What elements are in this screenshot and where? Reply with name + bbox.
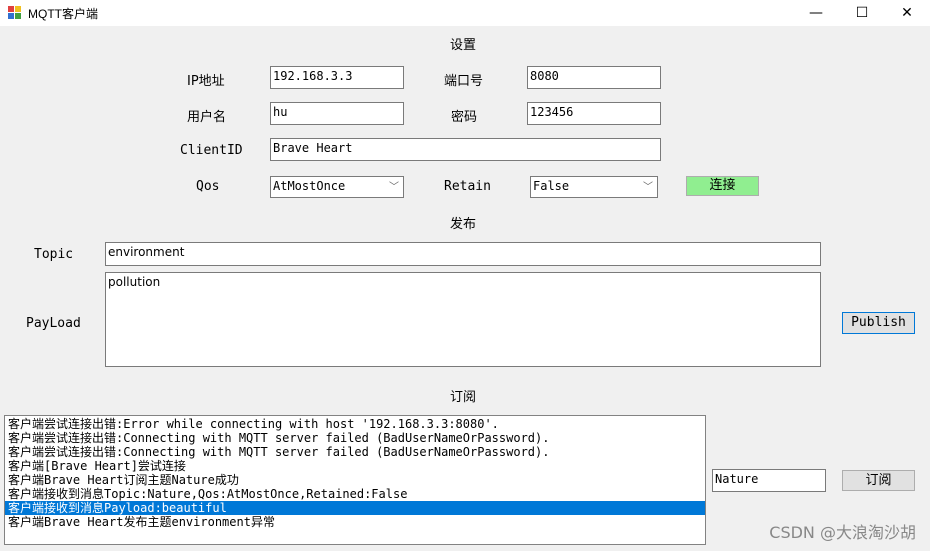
- qos-label: Qos: [196, 179, 220, 194]
- log-item[interactable]: 客户端接收到消息Payload:beautiful: [5, 501, 705, 515]
- publish-heading: 发布: [450, 217, 477, 232]
- log-item[interactable]: 客户端[Brave Heart]尝试连接: [5, 459, 705, 473]
- ip-label: IP地址: [187, 74, 225, 89]
- port-label: 端口号: [444, 74, 484, 89]
- maximize-button[interactable]: ☐: [839, 0, 885, 26]
- payload-textarea[interactable]: pollution: [105, 272, 821, 367]
- log-item[interactable]: 客户端尝试连接出错:Connecting with MQTT server fa…: [5, 445, 705, 459]
- minimize-button[interactable]: —: [793, 0, 839, 26]
- ip-input[interactable]: 192.168.3.3: [270, 66, 404, 89]
- subscribe-button[interactable]: 订阅: [842, 470, 915, 491]
- log-item[interactable]: 客户端接收到消息Topic:Nature,Qos:AtMostOnce,Reta…: [5, 487, 705, 501]
- title-bar: MQTT客户端 — ☐ ✕: [0, 0, 930, 26]
- subscribe-heading: 订阅: [450, 390, 477, 405]
- qos-value: AtMostOnce: [273, 179, 346, 193]
- log-item[interactable]: 客户端Brave Heart订阅主题Nature成功: [5, 473, 705, 487]
- settings-heading: 设置: [450, 38, 477, 53]
- port-input[interactable]: 8080: [527, 66, 661, 89]
- publish-button[interactable]: Publish: [842, 312, 915, 334]
- app-icon: [8, 6, 21, 19]
- retain-value: False: [533, 179, 570, 193]
- retain-label: Retain: [444, 179, 491, 194]
- username-label: 用户名: [187, 110, 227, 125]
- payload-label: PayLoad: [26, 316, 81, 331]
- qos-select[interactable]: AtMostOnce ﹀: [270, 176, 404, 198]
- log-item[interactable]: 客户端Brave Heart发布主题environment异常: [5, 515, 705, 529]
- username-input[interactable]: hu: [270, 102, 404, 125]
- log-item[interactable]: 客户端尝试连接出错:Error while connecting with ho…: [5, 417, 705, 431]
- topic-label: Topic: [34, 247, 74, 262]
- password-input[interactable]: 123456: [527, 102, 661, 125]
- connect-button[interactable]: 连接: [686, 176, 759, 196]
- message-log-list[interactable]: 客户端尝试连接出错:Error while connecting with ho…: [4, 415, 706, 545]
- topic-input[interactable]: environment: [105, 242, 821, 266]
- password-label: 密码: [451, 110, 478, 125]
- watermark: CSDN @大浪淘沙胡: [769, 523, 916, 542]
- window-title: MQTT客户端: [28, 7, 98, 21]
- chevron-down-icon: ﹀: [389, 182, 399, 193]
- retain-select[interactable]: False ﹀: [530, 176, 658, 198]
- log-item[interactable]: 客户端尝试连接出错:Connecting with MQTT server fa…: [5, 431, 705, 445]
- clientid-label: ClientID: [180, 143, 243, 158]
- clientid-input[interactable]: Brave Heart: [270, 138, 661, 161]
- chevron-down-icon: ﹀: [643, 182, 653, 193]
- subscribe-topic-input[interactable]: Nature: [712, 469, 826, 492]
- close-button[interactable]: ✕: [884, 0, 930, 26]
